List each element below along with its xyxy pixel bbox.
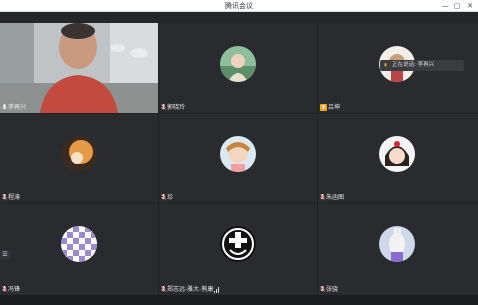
speaking-tooltip: 正在说话: 李再兴 [380,60,464,71]
participant-tile[interactable]: 珍 [159,114,317,203]
participant-name-label: 冯锋 [2,285,20,294]
participant-name-label: 珍 [161,193,173,202]
window-title: 腾讯会议 [225,2,253,10]
participant-tile[interactable]: 张骁 [318,204,478,295]
mic-muted-icon [2,194,7,201]
mic-icon [2,104,7,110]
participant-name-label: 郭晓玲 [161,103,185,112]
participant-name-label: 朱函图 [320,193,344,202]
participant-name-label: 张骁 [320,285,338,294]
participant-avatar [61,226,97,262]
video-frame [0,23,158,113]
participant-name: 吕坤 [328,104,341,111]
title-bar: 腾讯会议 — ▢ ✕ [0,0,478,12]
speaking-icon [320,104,327,111]
participant-avatar [379,136,415,172]
participant-name-label: 程涛 [2,193,20,202]
participant-tile[interactable]: 冯锋 [0,204,158,295]
participant-avatar [220,136,256,172]
speaking-tooltip-text: 正在说话: 李再兴 [392,62,435,68]
mic-muted-icon [161,286,166,293]
participant-avatar [61,136,97,172]
participant-tile[interactable]: 郑志远-雅大-熊康 [159,204,317,295]
participant-name: 李再兴 [8,104,27,111]
participant-name: 程涛 [8,194,21,201]
top-toolbar [0,12,478,23]
participant-tile[interactable]: 程涛 [0,114,158,203]
close-button[interactable]: ✕ [464,0,476,12]
menu-button[interactable]: ☰ [0,250,10,259]
participant-name: 郭晓玲 [167,104,186,111]
maximize-button[interactable]: ▢ [451,0,463,12]
participant-name-label: 郑志远-雅大-熊康 [161,285,220,294]
signal-icon [214,286,220,293]
participant-tile[interactable]: 郭晓玲 [159,23,317,113]
participant-name: 郑志远-雅大-熊康 [167,286,214,293]
participant-name: 珍 [167,194,174,201]
participant-tile[interactable]: 朱函图 [318,114,478,203]
mic-muted-icon [2,286,7,293]
participant-name-label: 李再兴 [2,103,26,112]
speaker-icon [384,63,387,67]
participant-name: 冯锋 [8,286,21,293]
participant-avatar [220,226,256,262]
participant-avatar [379,226,415,262]
bottom-toolbar [0,295,478,305]
mic-muted-icon [320,194,325,201]
participant-name-label: 吕坤 [320,103,340,112]
participant-tile[interactable]: 李再兴 [0,23,158,113]
participant-name: 张骁 [326,286,339,293]
mic-muted-icon [320,286,325,293]
participant-avatar [220,46,256,82]
mic-muted-icon [161,194,166,201]
camera-video [0,23,158,113]
participant-name: 朱函图 [326,194,345,201]
mic-muted-icon [161,104,166,111]
minimize-button[interactable]: — [439,0,451,12]
